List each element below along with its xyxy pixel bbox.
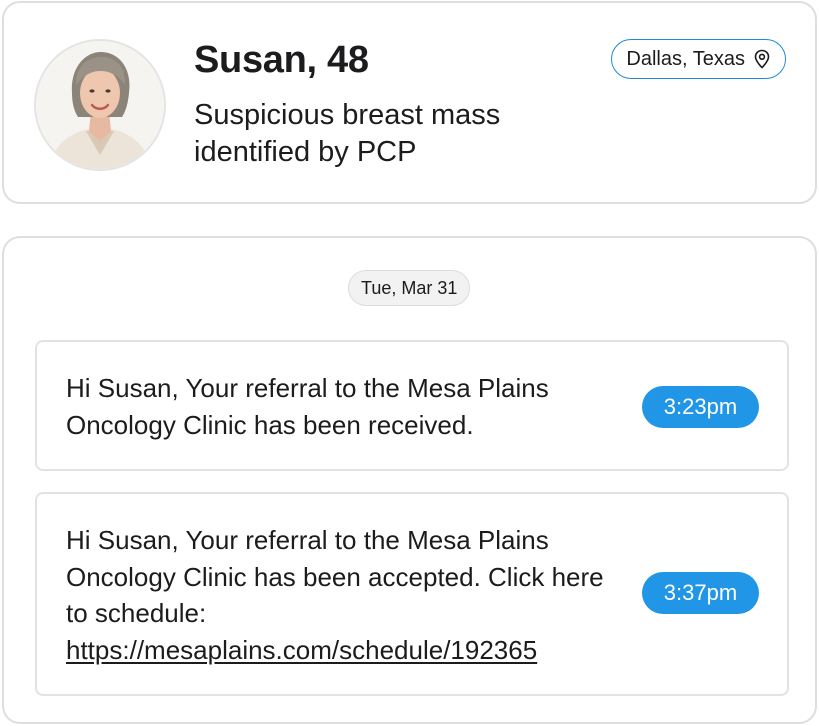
date-divider: Tue, Mar 31	[348, 270, 471, 306]
patient-name-age: Susan, 48	[194, 39, 369, 81]
patient-photo	[36, 41, 164, 169]
location-badge: Dallas, Texas	[611, 39, 786, 79]
message-text: Hi Susan, Your referral to the Mesa Plai…	[66, 373, 549, 440]
message-timestamp: 3:37pm	[642, 572, 759, 614]
message-bubble: Hi Susan, Your referral to the Mesa Plai…	[35, 340, 789, 471]
message-text-body: Hi Susan, Your referral to the Mesa Plai…	[66, 525, 604, 628]
map-pin-icon	[753, 49, 771, 69]
message-text: Hi Susan, Your referral to the Mesa Plai…	[66, 522, 626, 668]
location-label: Dallas, Texas	[626, 47, 745, 70]
message-thread: Tue, Mar 31 Hi Susan, Your referral to t…	[2, 236, 817, 724]
schedule-link[interactable]: https://mesaplains.com/schedule/192365	[66, 635, 537, 665]
patient-profile-card: Susan, 48 Suspicious breast mass identif…	[2, 1, 817, 204]
avatar	[34, 39, 166, 171]
patient-condition: Suspicious breast mass identified by PCP	[194, 99, 501, 168]
message-timestamp: 3:23pm	[642, 386, 759, 428]
message-bubble: Hi Susan, Your referral to the Mesa Plai…	[35, 492, 789, 696]
